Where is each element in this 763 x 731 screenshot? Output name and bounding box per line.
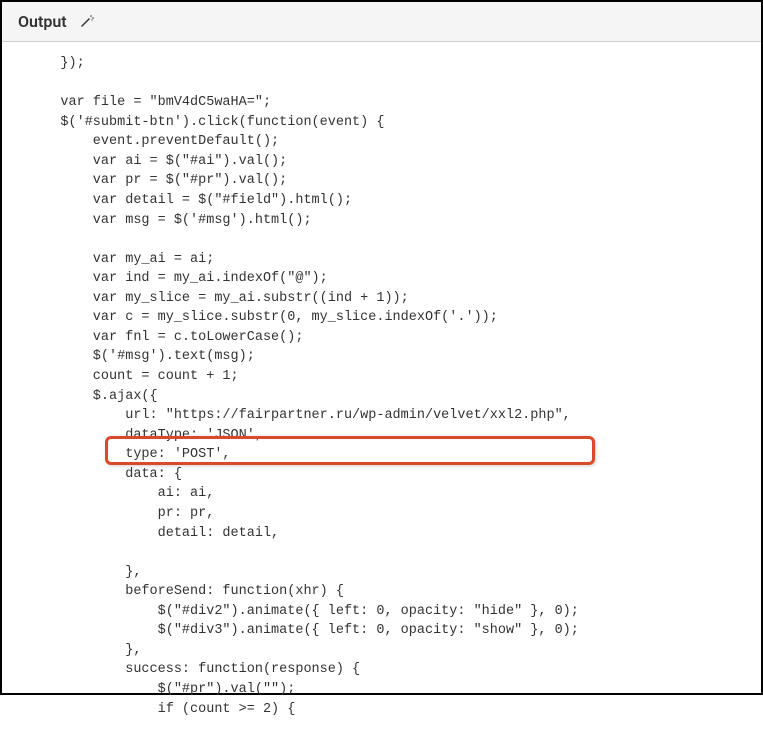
magic-wand-icon[interactable]: [79, 14, 95, 30]
output-header: Output: [2, 2, 761, 42]
code-output: }); var file = "bmV4dC5waHA="; $('#submi…: [2, 42, 761, 731]
output-title: Output: [18, 12, 67, 31]
code-text: }); var file = "bmV4dC5waHA="; $('#submi…: [28, 56, 579, 717]
